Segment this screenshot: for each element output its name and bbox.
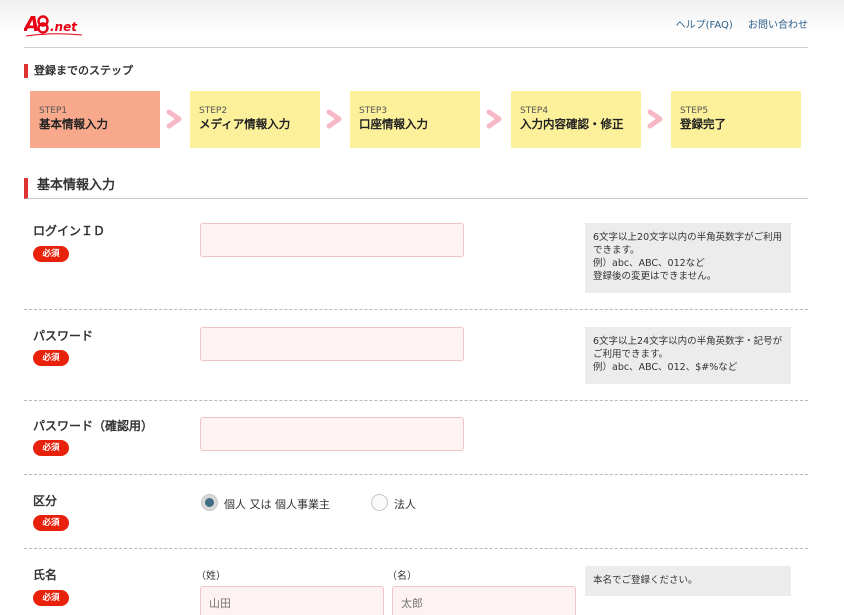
step-number: STEP4 bbox=[520, 106, 549, 116]
required-badge: 必須 bbox=[33, 515, 69, 531]
category-label: 区分 bbox=[33, 494, 58, 508]
password-confirm-input[interactable] bbox=[200, 417, 464, 451]
hint-line: 6文字以上24文字以内の半角英数字・記号がご利用できます。 bbox=[593, 336, 783, 360]
svg-text:A: A bbox=[24, 12, 39, 36]
step-5: STEP5 登録完了 bbox=[671, 91, 801, 148]
password-hint: 6文字以上24文字以内の半角英数字・記号がご利用できます。 例）abc、ABC、… bbox=[585, 327, 791, 384]
step-label: 入力内容確認・修正 bbox=[520, 117, 624, 131]
chevron-right-icon bbox=[166, 109, 182, 129]
login-id-input[interactable] bbox=[200, 223, 464, 257]
step-label: 基本情報入力 bbox=[39, 117, 108, 131]
step-3: STEP3 口座情報入力 bbox=[350, 91, 480, 148]
radio-corporation[interactable] bbox=[371, 494, 388, 511]
hint-line: 例）abc、ABC、012、$#%など bbox=[593, 362, 738, 373]
first-name-label: （名） bbox=[387, 571, 417, 582]
section-title: 基本情報入力 bbox=[24, 178, 808, 199]
help-faq-link[interactable]: ヘルプ(FAQ) bbox=[676, 20, 733, 31]
step-number: STEP3 bbox=[359, 106, 388, 116]
last-name-input[interactable] bbox=[200, 586, 384, 615]
first-name-input[interactable] bbox=[392, 586, 576, 615]
login-id-label: ログインＩＤ bbox=[33, 224, 106, 238]
step-number: STEP5 bbox=[680, 106, 709, 116]
chevron-right-icon bbox=[486, 109, 502, 129]
steps-title: 登録までのステップ bbox=[24, 64, 133, 78]
category-row: 区分 必須 個人 又は 個人事業主 法人 bbox=[24, 475, 808, 549]
radio-individual-label[interactable]: 個人 又は 個人事業主 bbox=[224, 496, 330, 512]
required-badge: 必須 bbox=[33, 590, 69, 606]
step-number: STEP1 bbox=[39, 106, 68, 116]
required-badge: 必須 bbox=[33, 440, 69, 456]
last-name-label: （姓） bbox=[196, 571, 226, 582]
name-row: 氏名 必須 （姓） （名） 本名でご登録ください。 bbox=[24, 549, 808, 615]
svg-text:.net: .net bbox=[50, 20, 78, 34]
contact-link[interactable]: お問い合わせ bbox=[748, 20, 808, 31]
step-2: STEP2 メディア情報入力 bbox=[190, 91, 320, 148]
required-badge: 必須 bbox=[33, 246, 69, 262]
header-divider bbox=[24, 47, 808, 48]
a8net-logo[interactable]: A .net bbox=[24, 10, 94, 38]
hint-line: 登録後の変更はできません。 bbox=[593, 271, 717, 282]
login-id-hint: 6文字以上20文字以内の半角英数字がご利用できます。 例）abc、ABC、012… bbox=[585, 223, 791, 293]
step-4: STEP4 入力内容確認・修正 bbox=[511, 91, 641, 148]
name-label: 氏名 bbox=[33, 568, 58, 582]
password-confirm-row: パスワード（確認用） 必須 bbox=[24, 401, 808, 475]
step-label: メディア情報入力 bbox=[199, 117, 291, 131]
name-hint: 本名でご登録ください。 bbox=[585, 566, 791, 596]
password-row: パスワード 必須 6文字以上24文字以内の半角英数字・記号がご利用できます。 例… bbox=[24, 310, 808, 401]
hint-line: 例）abc、ABC、012など bbox=[593, 258, 705, 269]
chevron-right-icon bbox=[647, 109, 663, 129]
chevron-right-icon bbox=[326, 109, 342, 129]
step-label: 口座情報入力 bbox=[359, 117, 428, 131]
header-links: ヘルプ(FAQ) お問い合わせ bbox=[664, 16, 808, 31]
login-id-row: ログインＩＤ 必須 6文字以上20文字以内の半角英数字がご利用できます。 例）a… bbox=[24, 199, 808, 310]
radio-corporation-label[interactable]: 法人 bbox=[394, 496, 416, 512]
password-input[interactable] bbox=[200, 327, 464, 361]
password-label: パスワード bbox=[33, 329, 94, 343]
hint-line: 6文字以上20文字以内の半角英数字がご利用できます。 bbox=[593, 232, 783, 256]
step-label: 登録完了 bbox=[680, 117, 726, 131]
step-number: STEP2 bbox=[199, 106, 228, 116]
required-badge: 必須 bbox=[33, 350, 69, 366]
step-1: STEP1 基本情報入力 bbox=[30, 91, 160, 148]
radio-individual[interactable] bbox=[201, 494, 218, 511]
password-confirm-label: パスワード（確認用） bbox=[33, 419, 154, 433]
